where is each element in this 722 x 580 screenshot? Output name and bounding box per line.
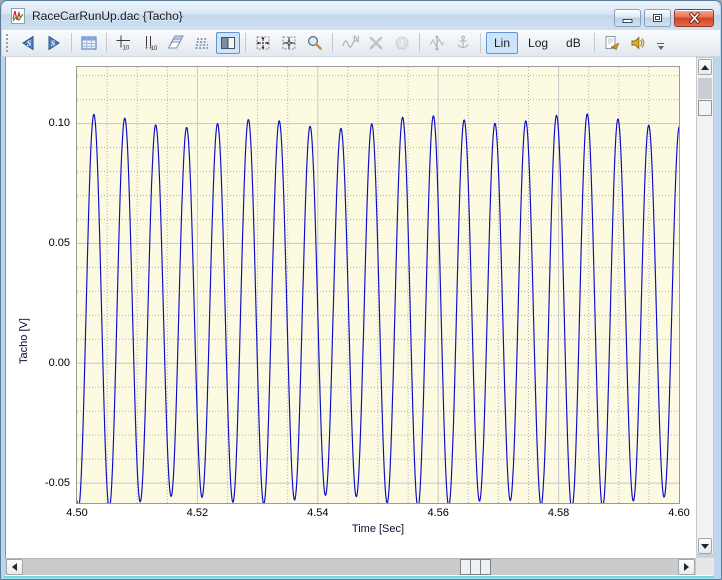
titlebar[interactable]: RaceCarRunUp.dac {Tacho} <box>2 2 720 30</box>
window-title: RaceCarRunUp.dac {Tacho} <box>32 9 183 23</box>
y-tick-label: 0.00 <box>6 357 70 369</box>
arrow-down-icon <box>701 544 709 549</box>
overlay-layers-icon <box>167 34 185 52</box>
close-icon <box>687 12 702 24</box>
toolbar-separator <box>71 33 72 53</box>
svg-text:S: S <box>27 39 32 48</box>
expand-scale-button[interactable] <box>251 32 275 54</box>
toolbar: S S 10 10 Ni LinLogdB <box>2 30 720 57</box>
vertical-scrollbar[interactable] <box>696 57 714 555</box>
waveform-document-icon <box>10 8 26 24</box>
resize-corner[interactable] <box>696 558 714 575</box>
edit-wave-button[interactable]: N <box>338 32 362 54</box>
x-tick-label: 4.56 <box>423 507 453 519</box>
zoom-icon <box>306 34 324 52</box>
toolbar-separator <box>245 33 246 53</box>
next-dataset-button[interactable]: S <box>42 32 66 54</box>
vscroll-thumb[interactable] <box>698 78 712 99</box>
x-tick-label: 4.60 <box>664 507 694 519</box>
toolbar-separator <box>480 33 481 53</box>
info-icon: i <box>393 34 411 52</box>
vscroll-zoom-handle[interactable] <box>698 100 712 116</box>
arrow-up-icon <box>701 65 709 70</box>
minimize-icon <box>621 12 634 24</box>
y-axis-title: Tacho [V] <box>18 301 30 381</box>
linear-scale-button[interactable]: Lin <box>486 32 518 54</box>
scroll-down-button[interactable] <box>698 538 712 554</box>
overflow-bar-icon <box>657 43 664 44</box>
svg-text:i: i <box>401 39 404 49</box>
cursor-wave-icon <box>428 34 446 52</box>
scroll-left-button[interactable] <box>6 559 23 575</box>
anchor-button[interactable] <box>451 32 475 54</box>
expand-scale-icon <box>254 34 272 52</box>
cut-button[interactable] <box>364 32 388 54</box>
previous-dataset-button[interactable]: S <box>16 32 40 54</box>
toolbar-separator <box>332 33 333 53</box>
toolbar-separator <box>419 33 420 53</box>
chevron-down-icon <box>658 46 664 50</box>
cut-icon <box>367 34 385 52</box>
frame-glow <box>4 576 714 578</box>
y-divisions-icon: 10 <box>141 34 159 52</box>
autoscale-button[interactable] <box>277 32 301 54</box>
single-panel-button[interactable] <box>216 32 240 54</box>
edit-wave-icon: N <box>341 34 359 52</box>
svg-text:10: 10 <box>123 46 130 52</box>
audio-play-button[interactable] <box>626 32 650 54</box>
x-tick-label: 4.50 <box>62 507 92 519</box>
hscroll-right-handle[interactable] <box>480 559 491 575</box>
y-divisions-button[interactable]: 10 <box>138 32 162 54</box>
info-button[interactable]: i <box>390 32 414 54</box>
scroll-up-button[interactable] <box>698 59 712 75</box>
y-tick-label: 0.10 <box>6 117 70 129</box>
svg-text:10: 10 <box>151 46 158 52</box>
arrow-right-icon <box>684 563 689 571</box>
cursor-wave-button[interactable] <box>425 32 449 54</box>
x-divisions-button[interactable]: 10 <box>112 32 136 54</box>
single-panel-icon <box>219 34 237 52</box>
toolbar-separator <box>106 33 107 53</box>
restore-icon <box>651 12 664 24</box>
minimize-button[interactable] <box>614 9 641 27</box>
toolbar-overflow[interactable] <box>655 33 667 53</box>
close-button[interactable] <box>674 9 714 27</box>
zoom-button[interactable] <box>303 32 327 54</box>
svg-text:N: N <box>353 34 359 44</box>
toolbar-separator <box>594 33 595 53</box>
plot-panel: Time [Sec] Tacho [V] 4.50 4.52 4.54 4.56 4.5… <box>5 57 696 558</box>
x-tick-label: 4.52 <box>182 507 212 519</box>
grid-style-button[interactable] <box>190 32 214 54</box>
y-tick-label: -0.05 <box>6 477 70 489</box>
scroll-right-button[interactable] <box>678 559 695 575</box>
restore-button[interactable] <box>644 9 671 27</box>
next-dataset-icon: S <box>45 34 63 52</box>
y-tick-label: 0.05 <box>6 237 70 249</box>
anchor-icon <box>454 34 472 52</box>
svg-text:S: S <box>51 39 56 48</box>
x-tick-label: 4.58 <box>544 507 574 519</box>
application-window: RaceCarRunUp.dac {Tacho} S S 10 10 Ni LinLogd… <box>0 0 722 580</box>
plot-area[interactable] <box>77 67 679 503</box>
hscroll-thumb[interactable] <box>460 559 490 575</box>
grid-dashes-icon <box>193 34 211 52</box>
prev-dataset-icon: S <box>19 34 37 52</box>
x-tick-label: 4.54 <box>303 507 333 519</box>
data-table-button[interactable] <box>77 32 101 54</box>
overlay-layers-button[interactable] <box>164 32 188 54</box>
autoscale-icon <box>280 34 298 52</box>
data-table-icon <box>80 34 98 52</box>
horizontal-scrollbar[interactable] <box>5 558 696 575</box>
arrow-left-icon <box>12 563 17 571</box>
export-button[interactable] <box>600 32 624 54</box>
x-divisions-icon: 10 <box>115 34 133 52</box>
toolbar-grip[interactable] <box>6 34 13 52</box>
x-axis-title: Time [Sec] <box>77 523 679 535</box>
log-scale-button[interactable]: Log <box>520 32 556 54</box>
db-scale-button[interactable]: dB <box>558 32 589 54</box>
audio-icon <box>629 34 647 52</box>
export-icon <box>603 34 621 52</box>
